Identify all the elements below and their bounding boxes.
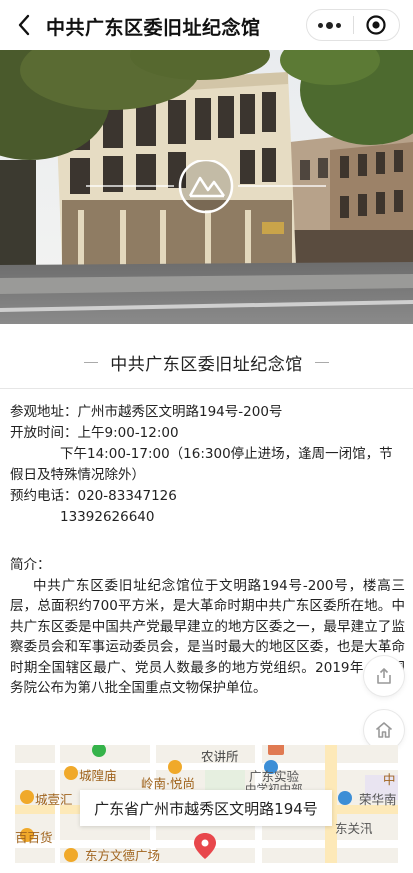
more-dot-icon	[336, 22, 342, 28]
hours-am: 上午9:00-12:00	[77, 425, 179, 441]
more-button[interactable]	[307, 10, 353, 40]
intro-text: 中共广东区委旧址纪念馆位于文明路194号-200号，楼高三层，总面积约700平方…	[10, 577, 405, 697]
map-label-dongfang: 东方文德广场	[85, 848, 161, 863]
section-divider	[0, 388, 413, 389]
phone-label: 预约电话：	[10, 488, 78, 504]
hours-row: 开放时间：上午9:00-12:00	[10, 423, 405, 444]
map-label-baibaihuo: 百百货	[15, 830, 53, 845]
map-label-dongguan: 东关汛	[335, 821, 373, 836]
map-label-chenghuangmiao: 城隍庙	[79, 768, 117, 783]
phone-2[interactable]: 13392626640	[60, 509, 154, 525]
map-label-zhong-right: 中	[383, 772, 396, 787]
mini-program-capsule	[306, 9, 400, 41]
nav-bar: 中共广东区委旧址纪念馆	[0, 0, 413, 50]
home-button[interactable]	[364, 710, 404, 750]
title-divider-right	[314, 361, 329, 363]
map-address-callout[interactable]: 广东省广州市越秀区文明路194号	[80, 790, 332, 826]
phone-row-2: 13392626640	[10, 507, 405, 528]
more-dot-icon	[326, 21, 334, 29]
back-button[interactable]	[14, 13, 34, 37]
nav-title: 中共广东区委旧址纪念馆	[46, 17, 261, 39]
more-dot-icon	[318, 22, 324, 28]
panorama-360-icon[interactable]	[86, 160, 326, 220]
phone-1[interactable]: 020-83347126	[78, 488, 177, 504]
share-button[interactable]	[364, 656, 404, 696]
hours-label: 开放时间：	[10, 425, 78, 441]
target-close-icon	[366, 15, 386, 35]
back-arrow-icon	[18, 14, 30, 36]
map-label-rongh: 荣华南	[359, 792, 397, 807]
intro-section: 简介： 中共广东区委旧址纪念馆位于文明路194号-200号，楼高三层，总面积约7…	[10, 555, 405, 699]
address-label: 参观地址：	[10, 404, 78, 420]
hero-photo	[0, 50, 413, 324]
intro-heading: 简介：	[10, 557, 51, 573]
address-row: 参观地址：广州市越秀区文明路194号-200号	[10, 402, 405, 423]
share-icon	[377, 668, 391, 684]
hours-pm: 下午14:00-17:00（16:300停止进场，逢周一闭馆，节假日及特殊情况除…	[10, 444, 405, 486]
map-label-nongjiangsuo: 农讲所	[201, 749, 239, 764]
close-mini-program-button[interactable]	[353, 10, 399, 40]
visit-info: 参观地址：广州市越秀区文明路194号-200号 开放时间：上午9:00-12:0…	[10, 402, 405, 528]
home-icon	[375, 722, 393, 738]
address-value: 广州市越秀区文明路194号-200号	[77, 404, 283, 420]
phone-row: 预约电话：020-83347126	[10, 486, 405, 507]
map-label-chengyijie: 城壹汇	[35, 792, 73, 807]
section-header: 中共广东区委旧址纪念馆	[0, 345, 413, 379]
hours-pm-text: 下午14:00-17:00（16:300停止进场，逢周一闭馆，节假日及特殊情况除…	[10, 446, 393, 483]
title-divider-left	[84, 361, 99, 363]
section-title: 中共广东区委旧址纪念馆	[110, 354, 303, 375]
